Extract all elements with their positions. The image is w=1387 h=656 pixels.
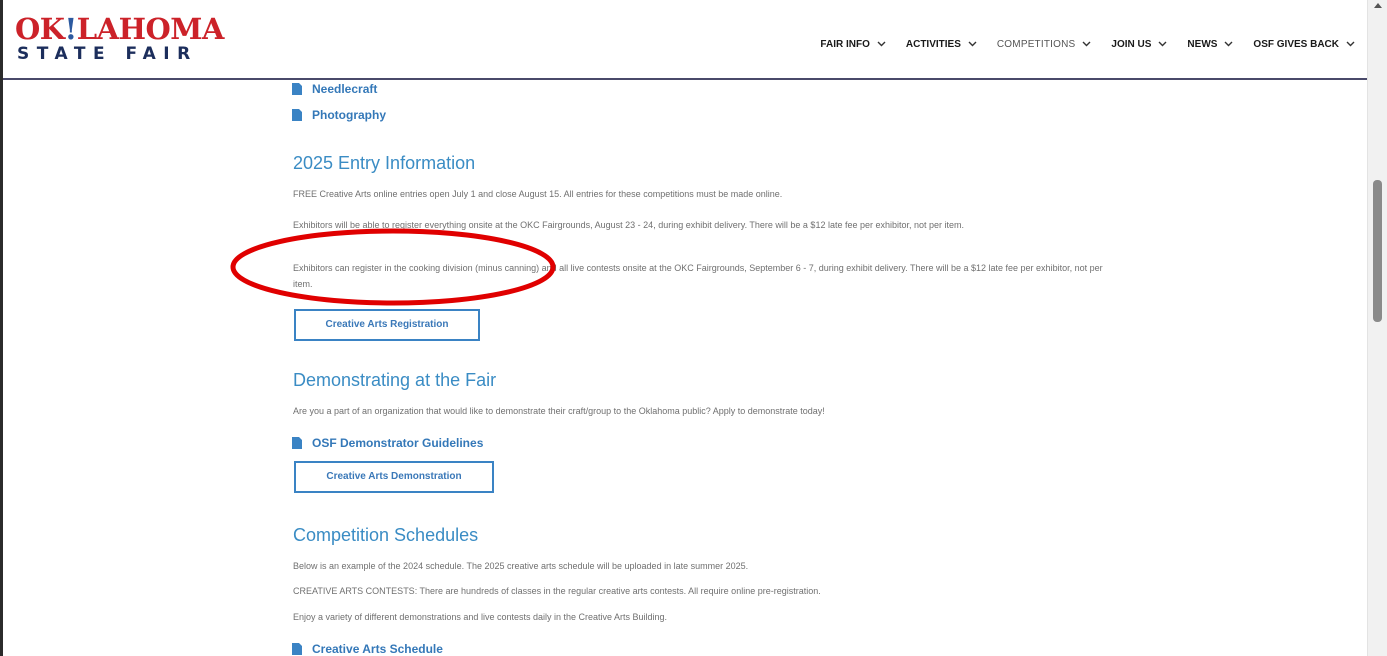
schedules-paragraph-2: CREATIVE ARTS CONTESTS: There are hundre… xyxy=(293,586,821,596)
chevron-down-icon xyxy=(1224,41,1233,47)
pdf-icon xyxy=(292,83,302,95)
schedules-paragraph-1: Below is an example of the 2024 schedule… xyxy=(293,561,749,571)
scrollbar-thumb[interactable] xyxy=(1373,180,1382,322)
nav-fair-info[interactable]: FAIR INFO xyxy=(820,34,886,54)
pdf-icon xyxy=(292,643,302,655)
photography-pdf-link[interactable]: Photography xyxy=(292,108,386,122)
creative-arts-schedule-pdf-link[interactable]: Creative Arts Schedule xyxy=(292,642,443,656)
site-logo[interactable]: OK!LAHOMA STATE FAIR xyxy=(15,14,224,64)
entry-paragraph-1: FREE Creative Arts online entries open J… xyxy=(293,189,783,199)
pdf-icon xyxy=(292,437,302,449)
pdf-icon xyxy=(292,109,302,121)
nav-activities[interactable]: ACTIVITIES xyxy=(906,34,977,54)
nav-join-us[interactable]: JOIN US xyxy=(1111,34,1167,54)
scroll-up-arrow-icon[interactable] xyxy=(1374,3,1382,8)
chevron-down-icon xyxy=(1346,41,1355,47)
entry-paragraph-3: Exhibitors can register in the cooking d… xyxy=(293,263,1103,289)
logo-wordmark-top: OK!LAHOMA xyxy=(15,12,224,46)
demonstrating-heading: Demonstrating at the Fair xyxy=(293,370,497,390)
competition-schedules-heading: Competition Schedules xyxy=(293,525,479,545)
schedules-paragraph-3: Enjoy a variety of different demonstrati… xyxy=(293,612,668,622)
nav-news[interactable]: NEWS xyxy=(1187,34,1233,54)
creative-arts-demonstration-button[interactable]: Creative Arts Demonstration xyxy=(294,461,494,493)
nav-competitions[interactable]: COMPETITIONS xyxy=(997,34,1092,54)
demo-paragraph: Are you a part of an organization that w… xyxy=(293,406,825,416)
main-nav: FAIR INFO ACTIVITIES COMPETITIONS JOIN U… xyxy=(800,34,1355,54)
entry-paragraph-2: Exhibitors will be able to register ever… xyxy=(293,220,965,230)
nav-osf-gives-back[interactable]: OSF GIVES BACK xyxy=(1253,34,1355,54)
logo-wordmark-bottom: STATE FAIR xyxy=(17,44,198,64)
creative-arts-registration-button[interactable]: Creative Arts Registration xyxy=(294,309,480,341)
entry-info-heading: 2025 Entry Information xyxy=(293,153,476,173)
chevron-down-icon xyxy=(1082,41,1091,47)
vertical-scrollbar[interactable] xyxy=(1367,0,1387,656)
main-content: Needlecraft Photography 2025 Entry Infor… xyxy=(0,80,1367,656)
chevron-down-icon xyxy=(1158,41,1167,47)
needlecraft-pdf-link[interactable]: Needlecraft xyxy=(292,82,377,96)
chevron-down-icon xyxy=(877,41,886,47)
demonstrator-guidelines-pdf-link[interactable]: OSF Demonstrator Guidelines xyxy=(292,436,483,450)
site-header: OK!LAHOMA STATE FAIR FAIR INFO ACTIVITIE… xyxy=(3,0,1367,80)
chevron-down-icon xyxy=(968,41,977,47)
